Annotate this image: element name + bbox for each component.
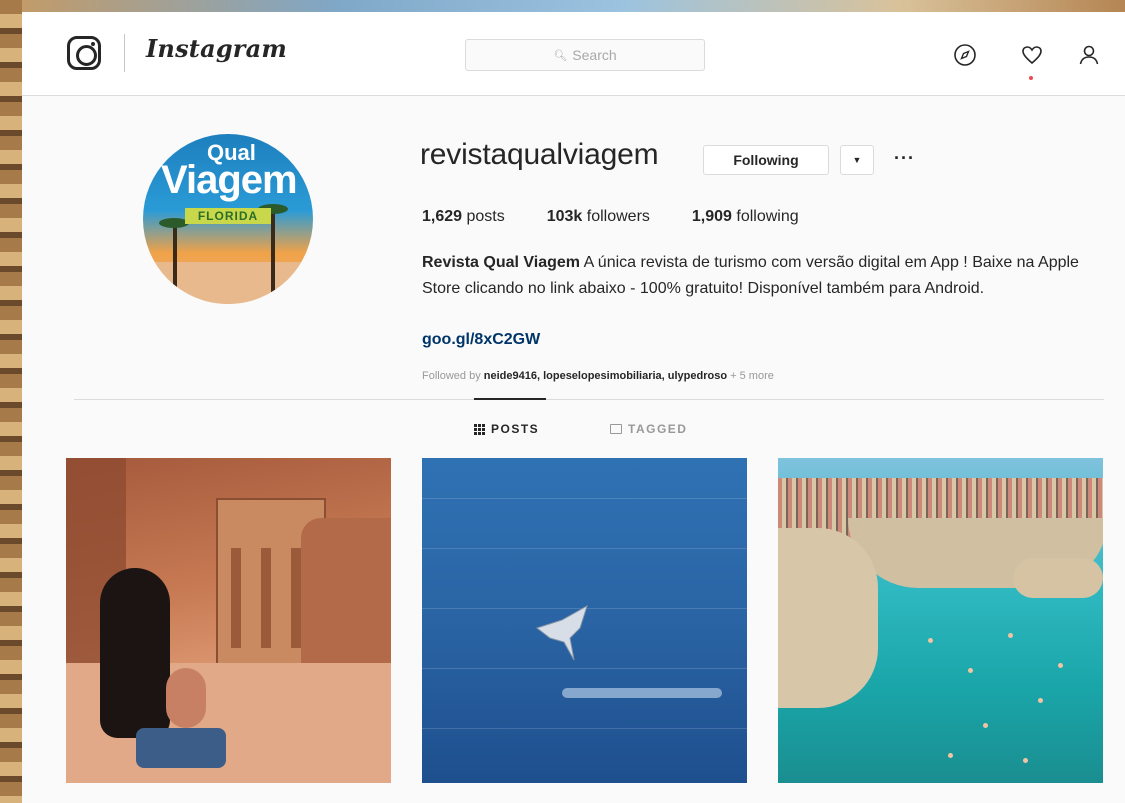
post-petra-column bbox=[261, 548, 271, 648]
avatar-logo-line2: Viagem bbox=[161, 158, 298, 202]
post-rock-right bbox=[1013, 558, 1103, 598]
followers-stat[interactable]: 103k followers bbox=[547, 208, 650, 226]
profile-bio: Revista Qual Viagem A única revista de t… bbox=[422, 250, 1102, 302]
post-thumbnail[interactable] bbox=[422, 458, 747, 783]
avatar-tag: FLORIDA bbox=[185, 208, 271, 224]
logo-divider bbox=[124, 34, 125, 72]
tab-divider bbox=[74, 399, 1104, 400]
heart-icon[interactable] bbox=[1017, 40, 1047, 70]
tab-tagged[interactable]: TAGGED bbox=[610, 422, 687, 436]
profile-stats: 1,629 posts 103k followers 1,909 followi… bbox=[422, 208, 841, 226]
following-button[interactable]: Following bbox=[703, 145, 829, 175]
post-woman-shorts bbox=[136, 728, 226, 768]
tab-posts-label: POSTS bbox=[491, 422, 540, 436]
post-swimmer bbox=[1008, 633, 1013, 638]
followers-count: 103k bbox=[546, 208, 583, 225]
followed-by-prefix: Followed by bbox=[422, 370, 484, 382]
avatar-palm bbox=[173, 224, 177, 304]
avatar-palm bbox=[271, 209, 275, 304]
followed-by-line[interactable]: Followed by neide9416, lopeselopesimobil… bbox=[422, 370, 774, 382]
post-sea-wave bbox=[422, 498, 747, 499]
instagram-glyph-icon[interactable] bbox=[67, 36, 101, 70]
post-swimmer bbox=[1058, 663, 1063, 668]
following-label: following bbox=[731, 208, 799, 225]
top-navigation-bar: Instagram 🔍︎ Search bbox=[22, 12, 1125, 96]
post-swimmer bbox=[983, 723, 988, 728]
notification-dot bbox=[1029, 76, 1033, 80]
post-petra-column bbox=[231, 548, 241, 648]
instagram-wordmark[interactable]: Instagram bbox=[146, 34, 287, 63]
profile-avatar[interactable]: Qual Viagem FLORIDA bbox=[143, 134, 313, 304]
post-manta-ray bbox=[535, 604, 588, 661]
post-woman-arm bbox=[166, 668, 206, 728]
post-swimmer bbox=[1038, 698, 1043, 703]
post-thumbnail[interactable] bbox=[66, 458, 391, 783]
post-sea-wave bbox=[422, 548, 747, 549]
posts-stat: 1,629 posts bbox=[422, 208, 505, 226]
search-placeholder: Search bbox=[572, 47, 617, 63]
tagged-icon bbox=[610, 424, 622, 434]
suggestions-dropdown-button[interactable]: ▼ bbox=[840, 145, 874, 175]
caret-down-icon: ▼ bbox=[852, 155, 862, 165]
post-swimmer bbox=[968, 668, 973, 673]
grid-icon bbox=[474, 423, 485, 435]
post-sea-foam bbox=[562, 688, 722, 698]
post-petra-column bbox=[291, 548, 301, 648]
posts-label: posts bbox=[462, 208, 505, 225]
post-swimmer bbox=[1023, 758, 1028, 763]
profile-username: revistaqualviagem bbox=[420, 138, 659, 171]
background-photo-left bbox=[0, 0, 22, 803]
post-sea-wave bbox=[422, 728, 747, 729]
following-count: 1,909 bbox=[691, 208, 732, 225]
active-tab-indicator bbox=[474, 398, 546, 400]
avatar-sand bbox=[143, 262, 313, 304]
post-swimmer bbox=[948, 753, 953, 758]
post-swimmer bbox=[928, 638, 933, 643]
followers-label: followers bbox=[582, 208, 650, 225]
more-options-icon[interactable]: ··· bbox=[894, 148, 915, 169]
posts-count: 1,629 bbox=[422, 208, 463, 225]
post-rock-left bbox=[778, 528, 878, 708]
person-icon[interactable] bbox=[1074, 40, 1104, 70]
post-sea-wave bbox=[422, 668, 747, 669]
post-woman-hair bbox=[100, 568, 170, 738]
search-input[interactable]: 🔍︎ Search bbox=[465, 39, 705, 71]
compass-icon[interactable] bbox=[950, 40, 980, 70]
browser-page: Instagram 🔍︎ Search Qual Viagem FLORIDA … bbox=[22, 12, 1125, 803]
tab-posts[interactable]: POSTS bbox=[474, 422, 539, 436]
search-icon: 🔍︎ bbox=[553, 49, 568, 62]
followed-by-names: neide9416, lopeselopesimobiliaria, ulype… bbox=[483, 370, 728, 382]
post-thumbnail[interactable] bbox=[778, 458, 1103, 783]
tab-tagged-label: TAGGED bbox=[628, 422, 688, 436]
bio-full-name: Revista Qual Viagem bbox=[422, 254, 580, 271]
followed-by-more: + 5 more bbox=[727, 370, 774, 382]
following-stat[interactable]: 1,909 following bbox=[692, 208, 799, 226]
bio-link[interactable]: goo.gl/8xC2GW bbox=[422, 331, 540, 349]
